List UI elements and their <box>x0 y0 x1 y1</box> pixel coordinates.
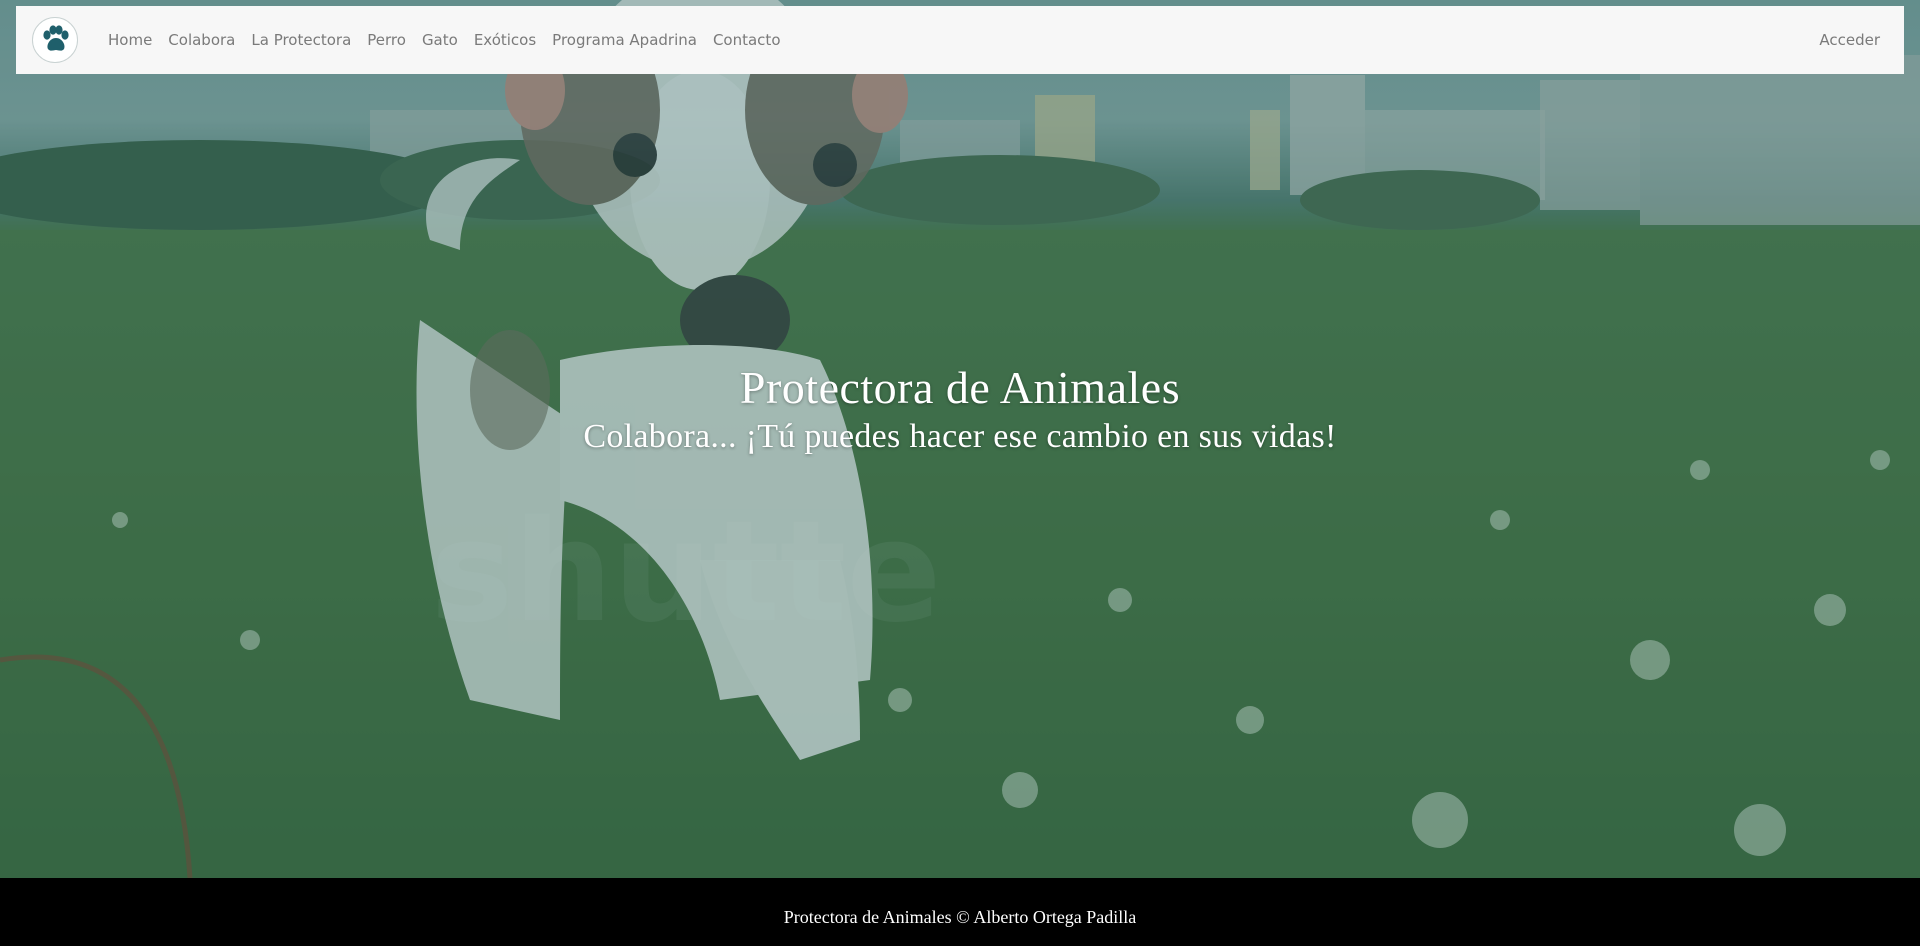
nav-link-gato[interactable]: Gato <box>414 31 466 49</box>
nav-links: Home Colabora La Protectora Perro Gato E… <box>100 31 789 49</box>
hero-banner: shutte Protectora de Animales Colabora..… <box>0 0 1920 878</box>
nav-link-colabora[interactable]: Colabora <box>160 31 243 49</box>
nav-link-exoticos[interactable]: Exóticos <box>466 31 544 49</box>
top-navbar: Home Colabora La Protectora Perro Gato E… <box>16 6 1904 74</box>
site-footer: Protectora de Animales © Alberto Ortega … <box>0 878 1920 946</box>
page: shutte Protectora de Animales Colabora..… <box>0 0 1920 946</box>
hero-title: Protectora de Animales <box>739 362 1181 413</box>
nav-link-home[interactable]: Home <box>100 31 160 49</box>
hero-subtitle: Colabora... ¡Tú puedes hacer ese cambio … <box>583 418 1337 455</box>
hero-caption: Protectora de Animales Colabora... ¡Tú p… <box>0 360 1920 458</box>
nav-link-programa-apadrina[interactable]: Programa Apadrina <box>544 31 705 49</box>
site-logo[interactable] <box>32 17 78 63</box>
nav-link-contacto[interactable]: Contacto <box>705 31 789 49</box>
nav-link-la-protectora[interactable]: La Protectora <box>243 31 359 49</box>
nav-link-perro[interactable]: Perro <box>359 31 414 49</box>
footer-copyright: Protectora de Animales © Alberto Ortega … <box>783 906 1137 927</box>
login-link[interactable]: Acceder <box>1811 31 1888 49</box>
paw-print-icon <box>43 25 69 51</box>
